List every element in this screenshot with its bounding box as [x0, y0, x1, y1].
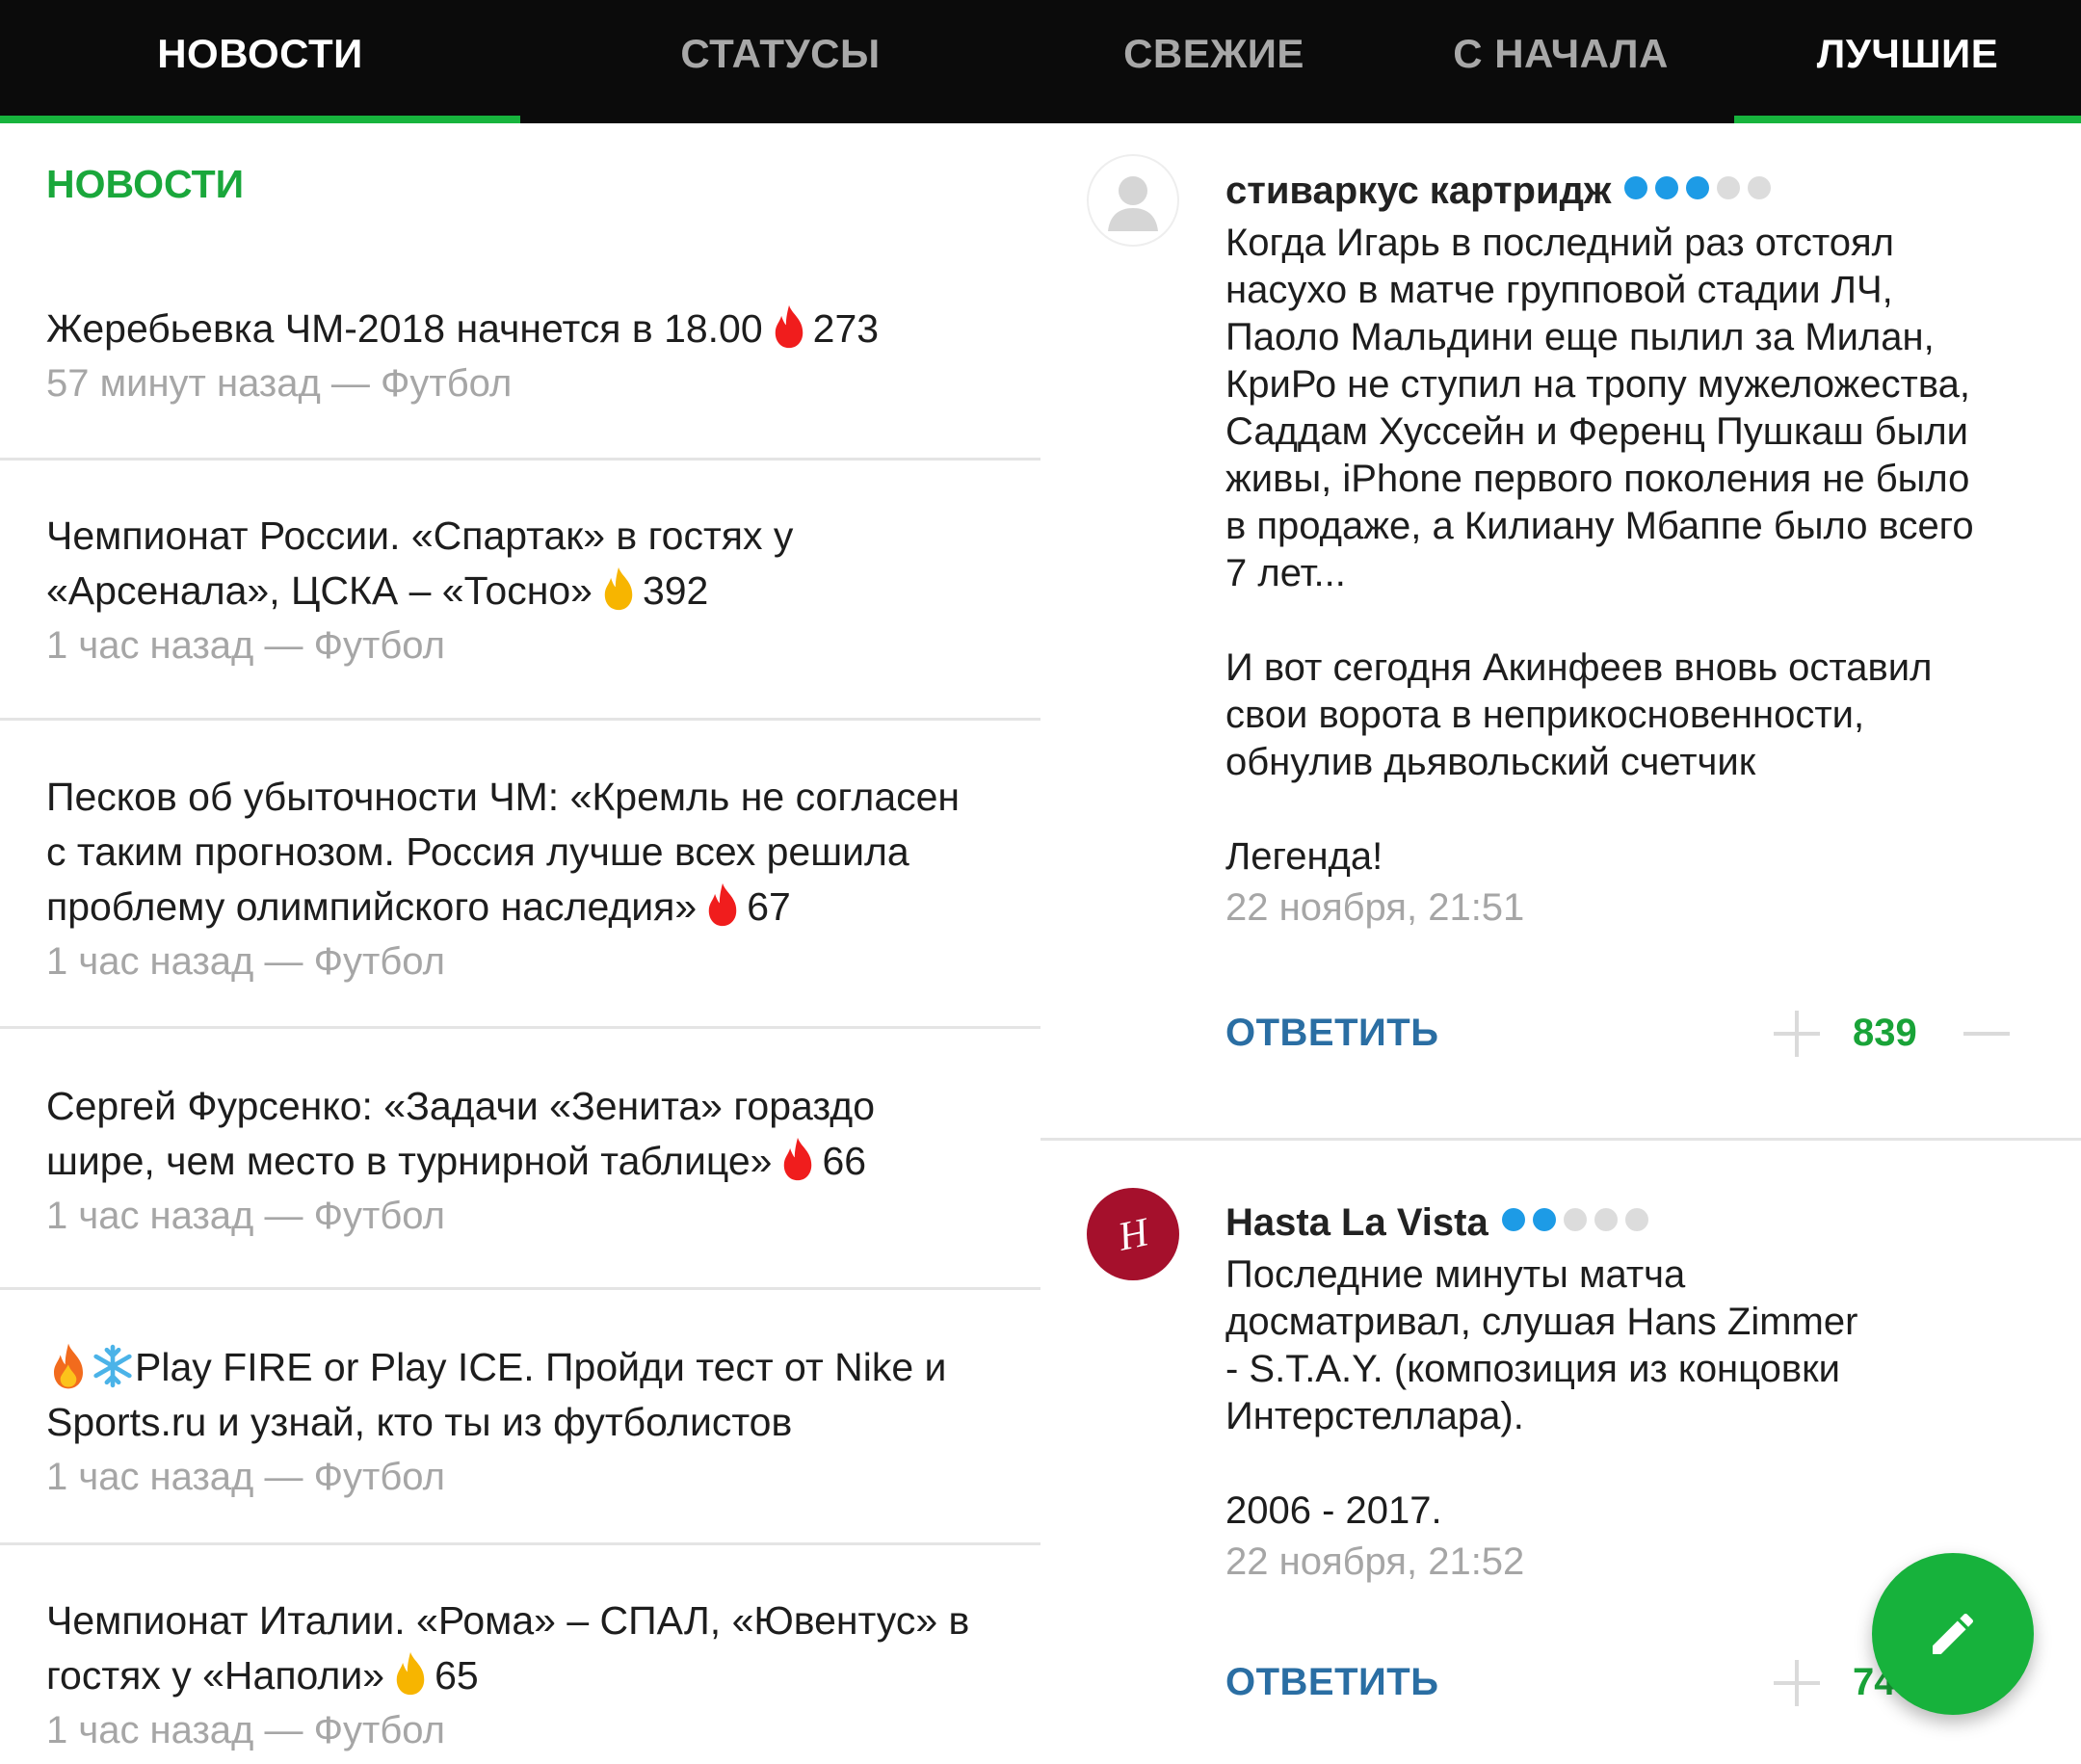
news-title-line: шире, чем место в турнирной таблице»: [46, 1139, 773, 1183]
news-item[interactable]: Жеребьевка ЧМ-2018 начнется в 18.00 273 5…: [0, 302, 1040, 411]
news-title-text: Жеребьевка ЧМ-2018 начнется в 18.00: [46, 306, 763, 351]
news-title: Жеребьевка ЧМ-2018 начнется в 18.00 273: [46, 302, 994, 356]
news-title: Play FIRE or Play ICE. Пройди тест от Ni…: [46, 1340, 994, 1450]
news-title-line: Песков об убыточности ЧМ: «Кремль не сог…: [46, 775, 961, 819]
avatar-letter: H: [1114, 1210, 1155, 1260]
upvote-button[interactable]: [1774, 1660, 1820, 1706]
news-title: Сергей Фурсенко: «Задачи «Зенита» горазд…: [46, 1079, 994, 1189]
avatar[interactable]: H: [1087, 1188, 1179, 1280]
svg-text:H: H: [1114, 1210, 1155, 1260]
fire-red-icon: [775, 304, 803, 349]
news-count: 273: [812, 306, 880, 351]
tab-statuses[interactable]: СТАТУСЫ: [520, 0, 1040, 123]
comment-author[interactable]: стиваркус картридж: [1225, 162, 2054, 216]
news-count: 65: [435, 1653, 479, 1698]
fire-yellow-icon: [396, 1651, 425, 1696]
comment-text: Последние минуты матча досматривал, слуш…: [1225, 1253, 1858, 1532]
comment-date: 22 ноября, 21:51: [1225, 886, 1525, 929]
tab-fresh[interactable]: СВЕЖИЕ: [1040, 0, 1387, 123]
fire-yellow-icon: [604, 566, 633, 611]
news-meta: 57 минут назад — Футбол: [46, 362, 513, 405]
news-tab-bar: НОВОСТИ СТАТУСЫ: [0, 0, 1040, 123]
comment-author[interactable]: Hasta La Vista: [1225, 1194, 2054, 1248]
news-title-line: Чемпионат России. «Спартак» в гостях у: [46, 513, 794, 558]
news-title-line: Sports.ru и узнай, кто ты из футболистов: [46, 1400, 793, 1444]
fire-red-icon: [784, 1137, 812, 1181]
comments-tab-bar: СВЕЖИЕ С НАЧАЛА ЛУЧШИЕ: [1040, 0, 2081, 123]
tab-news[interactable]: НОВОСТИ: [0, 0, 520, 123]
news-item[interactable]: Play FIRE or Play ICE. Пройди тест от Ni…: [0, 1340, 1040, 1505]
news-item[interactable]: Сергей Фурсенко: «Задачи «Зенита» горазд…: [0, 1079, 1040, 1244]
pencil-icon: [1933, 1613, 1974, 1654]
news-title-line: «Арсенала», ЦСКА – «Тосно»: [46, 568, 593, 613]
news-meta: 1 час назад — Футбол: [46, 940, 445, 983]
comments-panel: СВЕЖИЕ С НАЧАЛА ЛУЧШИЕ стиваркус картрид…: [1040, 0, 2081, 1764]
author-name[interactable]: стиваркус картридж: [1225, 170, 1611, 212]
section-title: НОВОСТИ: [46, 162, 245, 206]
news-title: Песков об убыточности ЧМ: «Кремль не сог…: [46, 770, 994, 935]
comment-score: 839: [1853, 1012, 1917, 1054]
news-meta: 1 час назад — Футбол: [46, 1195, 445, 1237]
tab-from-start[interactable]: С НАЧАЛА: [1387, 0, 1734, 123]
divider: [1040, 1138, 2081, 1141]
author-name[interactable]: Hasta La Vista: [1225, 1201, 1488, 1244]
fire-emoji-icon: [54, 1343, 83, 1389]
divider: [0, 718, 1040, 721]
upvote-button[interactable]: [1774, 1011, 1820, 1057]
news-title-line: с таким прогнозом. Россия лучше всех реш…: [46, 829, 909, 874]
reply-button[interactable]: ОТВЕТИТЬ: [1225, 1661, 1438, 1704]
news-item[interactable]: Песков об убыточности ЧМ: «Кремль не сог…: [0, 770, 1040, 989]
news-meta: 1 час назад — Футбол: [46, 1709, 445, 1751]
news-count: 392: [642, 568, 709, 613]
news-item[interactable]: Чемпионат России. «Спартак» в гостях у «…: [0, 509, 1040, 673]
reply-button[interactable]: ОТВЕТИТЬ: [1225, 1012, 1438, 1055]
write-comment-button[interactable]: [1872, 1553, 2034, 1715]
fire-red-icon: [708, 882, 737, 927]
news-count: 67: [747, 884, 791, 929]
news-meta: 1 час назад — Футбол: [46, 1456, 445, 1498]
downvote-button[interactable]: [1963, 1011, 2010, 1057]
news-panel: НОВОСТИ СТАТУСЫ НОВОСТИ Жеребьевка ЧМ-20…: [0, 0, 1040, 1764]
news-count: 66: [822, 1139, 867, 1183]
user-placeholder-icon: [1108, 176, 1158, 231]
rating-dots: [1624, 162, 1778, 212]
divider: [0, 1287, 1040, 1290]
comment-text: Когда Игарь в последний раз отстоял насу…: [1225, 222, 1974, 878]
tab-best[interactable]: ЛУЧШИЕ: [1734, 0, 2081, 123]
news-title: Чемпионат России. «Спартак» в гостях у «…: [46, 509, 994, 619]
news-title-line: Чемпионат Италии. «Рома» – СПАЛ, «Ювенту…: [46, 1598, 970, 1643]
news-title-line: Сергей Фурсенко: «Задачи «Зенита» горазд…: [46, 1084, 875, 1128]
rating-dots: [1501, 1194, 1656, 1244]
divider: [0, 458, 1040, 461]
news-title-line: Play FIRE or Play ICE. Пройди тест от Ni…: [135, 1345, 947, 1389]
news-title: Чемпионат Италии. «Рома» – СПАЛ, «Ювенту…: [46, 1593, 994, 1703]
news-item[interactable]: Чемпионат Италии. «Рома» – СПАЛ, «Ювенту…: [0, 1593, 1040, 1758]
divider: [0, 1542, 1040, 1545]
snowflake-emoji-icon: [93, 1344, 132, 1388]
news-title-line: проблему олимпийского наследия»: [46, 884, 698, 929]
divider: [0, 1026, 1040, 1029]
news-title-line: гостях у «Наполи»: [46, 1653, 385, 1698]
news-meta: 1 час назад — Футбол: [46, 624, 445, 667]
avatar[interactable]: [1087, 154, 1179, 247]
